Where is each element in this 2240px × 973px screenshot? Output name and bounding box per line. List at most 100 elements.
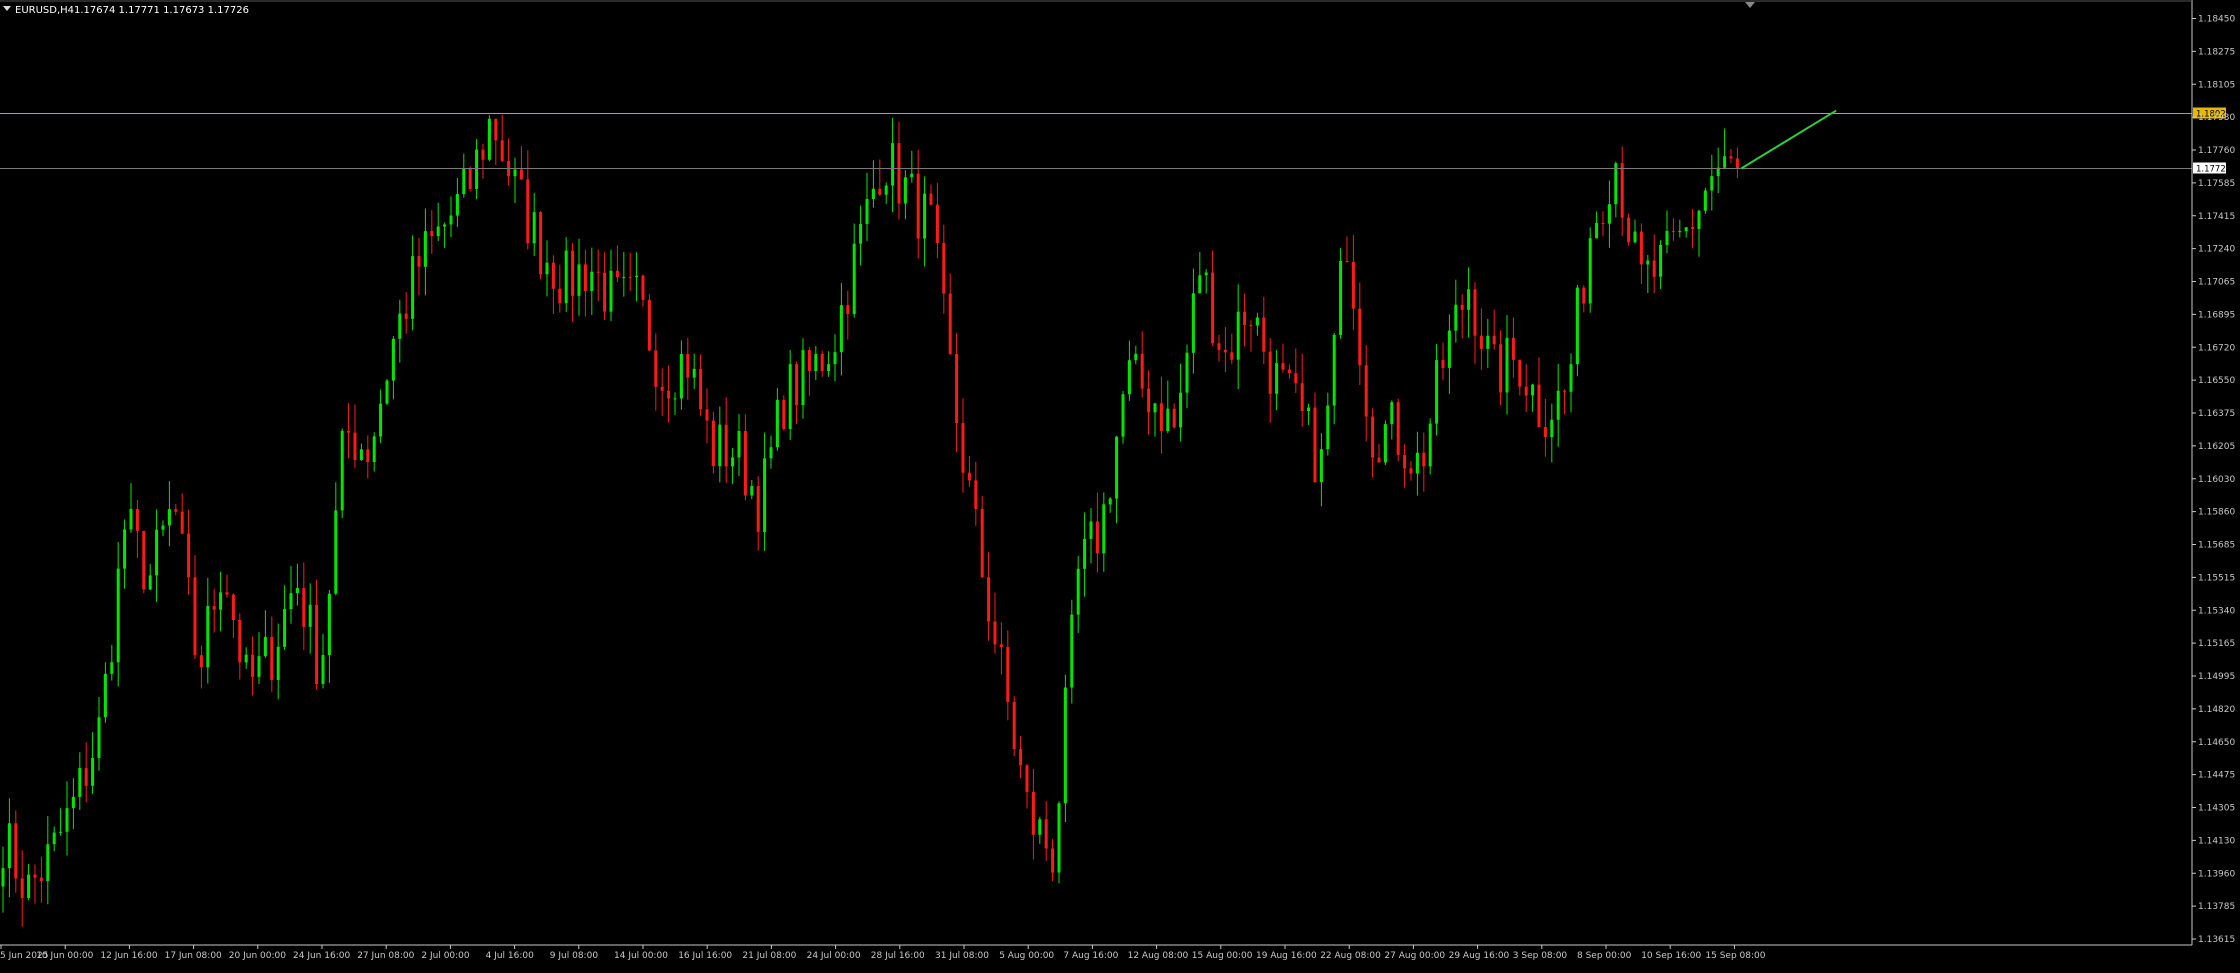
candle-body [999,644,1003,648]
candle-body [654,350,658,387]
candle-body [987,577,991,622]
price-tick-label: 1.13960 [2198,869,2235,879]
candle-body [20,878,24,898]
candle-body [1723,156,1727,168]
candle-body [1268,351,1272,394]
candle-body [1076,568,1080,615]
candle-body [321,655,325,684]
candle-body [1639,231,1643,265]
candle-body [711,420,715,467]
candle-body [1396,402,1400,455]
candle-body [1198,275,1202,294]
candle-body [263,636,267,657]
candle-body [647,299,651,351]
candle-body [155,529,159,576]
candle-body [795,364,799,406]
candle-body [161,525,165,530]
candle-body [1575,287,1579,365]
candle-body [865,199,869,225]
candle-body [1159,403,1163,432]
price-tick-label: 1.17240 [2198,245,2235,255]
candle-body [1383,424,1387,463]
candle-body [398,313,402,339]
candle-body [1422,452,1426,467]
price-tick-label: 1.15165 [2198,639,2235,649]
candle-body [1102,504,1106,554]
candle-body [84,768,88,786]
candle-body [347,430,351,433]
candle-body [1595,222,1599,239]
candle-body [391,338,395,381]
candle-body [212,606,216,610]
candle-body [385,380,389,404]
candle-body [1185,352,1189,393]
candle-body [1467,289,1471,310]
time-tick-label: 7 Aug 16:00 [1063,951,1118,961]
candle-body [1223,349,1227,353]
candle-body [1249,325,1253,327]
price-axis[interactable]: 1.18450 1.18275 1.18105 1.17930 1.17760 1.175… [2192,15,2235,946]
candle-body [1435,360,1439,424]
candle-body [705,409,709,421]
candle-body [103,673,107,718]
candle-body [110,662,114,674]
candle-body [814,354,818,372]
candle-body [257,656,261,677]
candle-body [1652,260,1656,277]
candle-body [660,386,664,391]
candle-body [411,256,415,319]
candle-body [750,486,754,496]
candle-body [1569,364,1573,392]
candle-body [558,288,562,304]
candle-body [673,398,677,400]
price-chart[interactable]: 1.18028 1.17726 1.18450 1.18275 1.18105 1.17… [0,0,2240,969]
candle-body [1332,334,1336,406]
candle-body [1671,231,1675,233]
candle-body [1729,156,1733,159]
candle-body [686,353,690,378]
candle-body [1025,765,1029,792]
candle-body [1339,261,1343,335]
chart-canvas[interactable]: 1.180281.17726 1.184501.182751.181051.17… [0,0,2240,969]
candle-body [78,768,82,797]
candle-body [1083,538,1087,569]
price-tick-label: 1.15860 [2198,508,2235,518]
price-tick-label: 1.14305 [2198,804,2235,814]
candle-body [231,594,235,621]
candle-body [801,350,805,406]
candle-body [1524,386,1528,396]
candle-body [462,168,466,195]
candle-body [327,593,331,656]
candle-body [174,509,178,512]
candle-body [206,606,210,668]
candle-body [1121,394,1125,437]
time-tick-label: 17 Jun 08:00 [165,951,222,961]
price-tick-label: 1.18275 [2198,47,2235,57]
candle-body [1377,457,1381,463]
price-tick-label: 1.13615 [2198,935,2235,945]
candle-body [1390,402,1394,425]
candle-body [1409,468,1413,474]
candle-body [1358,308,1362,366]
candle-body [1601,222,1605,224]
candle-body [628,276,632,278]
candle-body [622,276,626,278]
candle-body [475,149,479,189]
candle-body [916,173,920,239]
price-tick-label: 1.14650 [2198,738,2235,748]
candle-body [1243,311,1247,326]
candle-body [1006,647,1010,702]
candle-body [513,169,517,177]
candle-body [39,877,43,882]
candle-body [1371,416,1375,458]
price-tick-label: 1.14130 [2198,836,2235,846]
candle-body [1108,498,1112,505]
time-tick-label: 24 Jul 00:00 [807,951,861,961]
candle-body [1255,317,1259,326]
candle-body [769,447,773,459]
candle-body [270,636,274,680]
candle-body [167,509,171,526]
candle-body [289,593,293,610]
candle-body [942,242,946,294]
time-tick-label: 12 Jun 16:00 [100,951,157,961]
